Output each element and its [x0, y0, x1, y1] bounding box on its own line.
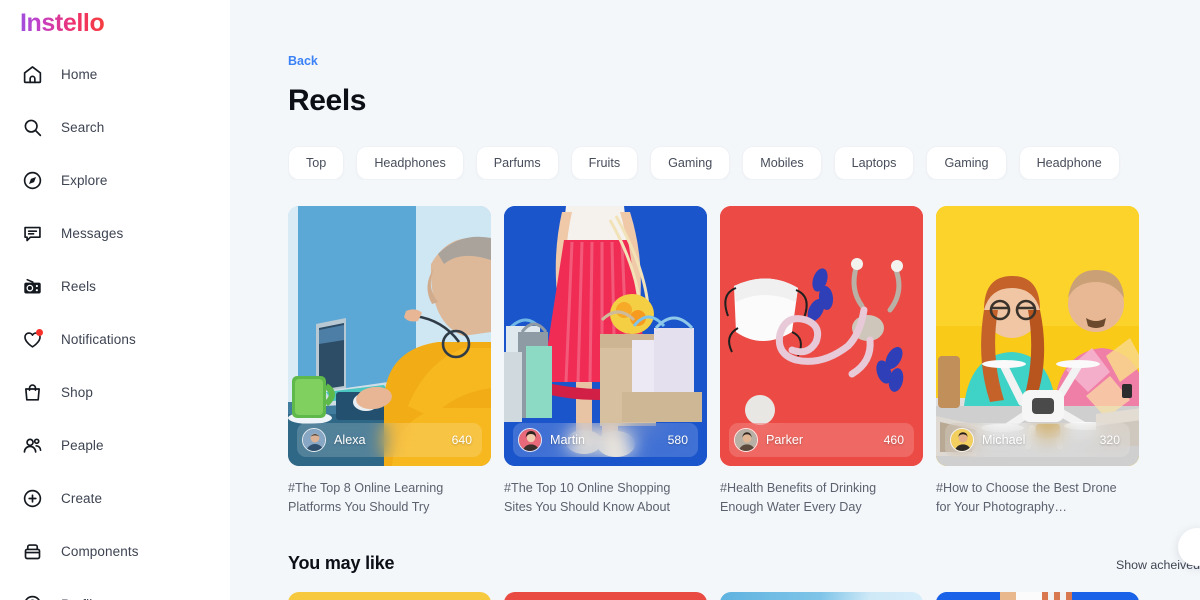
- notification-badge-dot: [36, 328, 43, 336]
- filter-chip-top[interactable]: Top: [288, 146, 345, 180]
- sidebar-item-label: Messages: [61, 226, 124, 241]
- plus-circle-icon: [20, 487, 44, 511]
- avatar[interactable]: [950, 428, 974, 452]
- suggestion-card[interactable]: [504, 592, 707, 600]
- sidebar-item-label: Components: [61, 544, 139, 559]
- filter-chip-gaming-2[interactable]: Gaming: [926, 146, 1007, 180]
- filter-chip-parfums[interactable]: Parfums: [475, 146, 559, 180]
- reel-thumbnail[interactable]: Alexa 640: [288, 206, 491, 466]
- sidebar-item-label: Explore: [61, 173, 108, 188]
- reel-overlay-bar: Martin 580: [513, 423, 698, 457]
- you-may-like-row: [288, 592, 1200, 600]
- reel-caption: #Health Benefits of Drinking Enough Wate…: [720, 481, 877, 515]
- sidebar-item-create[interactable]: Create: [0, 472, 230, 525]
- reel-caption: #The Top 8 Online Learning Platforms You…: [288, 481, 444, 515]
- compass-icon: [20, 169, 44, 193]
- filter-chip-headphone-2[interactable]: Headphone: [1018, 146, 1120, 180]
- reel-card[interactable]: Martin 580 #The Top 10 Online Shopping S…: [504, 206, 707, 517]
- reel-overlay-bar: Alexa 640: [297, 423, 482, 457]
- sidebar-item-label: Reels: [61, 279, 97, 294]
- filter-chip-headphones[interactable]: Headphones: [356, 146, 464, 180]
- sidebar-nav: Home Search Explore Messages Reels Notif…: [0, 48, 230, 600]
- home-icon: [20, 63, 44, 87]
- sidebar-item-messages[interactable]: Messages: [0, 207, 230, 260]
- sidebar-item-label: Notifications: [61, 332, 136, 347]
- search-icon: [20, 116, 44, 140]
- sidebar-item-explore[interactable]: Explore: [0, 154, 230, 207]
- brand-logo[interactable]: Instello: [0, 0, 105, 38]
- sidebar-item-label: Home: [61, 67, 98, 82]
- suggestion-card[interactable]: [936, 592, 1139, 600]
- sidebar-item-label: Create: [61, 491, 103, 506]
- sidebar: Instello Home Search Explore Messages Re…: [0, 0, 230, 600]
- sidebar-item-search[interactable]: Search: [0, 101, 230, 154]
- reel-overlay-bar: Parker 460: [729, 423, 914, 457]
- main-content: Back Reels Top Headphones Parfums Fruits…: [230, 0, 1200, 600]
- reel-view-count: 580: [667, 433, 688, 447]
- avatar[interactable]: [518, 428, 542, 452]
- sidebar-item-people[interactable]: Peaple: [0, 419, 230, 472]
- blue-books-artwork: [936, 592, 1139, 600]
- app-root: Instello Home Search Explore Messages Re…: [0, 0, 1200, 600]
- suggestion-card[interactable]: [288, 592, 491, 600]
- reel-thumbnail[interactable]: Michael 320: [936, 206, 1139, 466]
- sidebar-item-reels[interactable]: Reels: [0, 260, 230, 313]
- reel-author-name: Martin: [550, 433, 585, 447]
- filter-chip-fruits[interactable]: Fruits: [570, 146, 639, 180]
- shopping-bag-icon: [20, 381, 44, 405]
- filter-chip-mobiles[interactable]: Mobiles: [742, 146, 822, 180]
- category-filter-bar[interactable]: Top Headphones Parfums Fruits Gaming Mob…: [288, 146, 1200, 180]
- sidebar-item-components[interactable]: Components: [0, 525, 230, 578]
- section-title: You may like: [288, 553, 395, 574]
- heart-icon: [20, 328, 44, 352]
- reel-author-name: Alexa: [334, 433, 366, 447]
- avatar[interactable]: [734, 428, 758, 452]
- reel-card[interactable]: Michael 320 #How to Choose the Best Dron…: [936, 206, 1139, 517]
- chips-fade-overlay: [1166, 146, 1200, 180]
- user-circle-icon: [20, 593, 44, 600]
- avatar[interactable]: [302, 428, 326, 452]
- reel-author-name: Michael: [982, 433, 1026, 447]
- chat-bubble-icon: [20, 222, 44, 246]
- sidebar-item-home[interactable]: Home: [0, 48, 230, 101]
- people-icon: [20, 434, 44, 458]
- filter-chip-laptops[interactable]: Laptops: [833, 146, 915, 180]
- reel-thumbnail[interactable]: Martin 580: [504, 206, 707, 466]
- sidebar-item-shop[interactable]: Shop: [0, 366, 230, 419]
- reels-icon: [20, 275, 44, 299]
- sidebar-item-label: Peaple: [61, 438, 104, 453]
- reel-view-count: 320: [1099, 433, 1120, 447]
- back-link[interactable]: Back: [288, 54, 318, 68]
- filter-chip-gaming[interactable]: Gaming: [650, 146, 731, 180]
- sidebar-item-profile[interactable]: Profile: [0, 578, 230, 600]
- sidebar-item-label: Shop: [61, 385, 93, 400]
- box-icon: [20, 540, 44, 564]
- reel-card[interactable]: Parker 460 #Health Benefits of Drinking …: [720, 206, 923, 517]
- you-may-like-header: You may like Show acheived: [288, 553, 1200, 574]
- reel-caption: #The Top 10 Online Shopping Sites You Sh…: [504, 481, 671, 515]
- reel-author-name: Parker: [766, 433, 804, 447]
- reel-caption: #How to Choose the Best Drone for Your P…: [936, 481, 1117, 515]
- reel-view-count: 460: [883, 433, 904, 447]
- reel-thumbnail[interactable]: Parker 460: [720, 206, 923, 466]
- page-title: Reels: [288, 84, 367, 117]
- sidebar-item-label: Search: [61, 120, 105, 135]
- reel-card[interactable]: Alexa 640 #The Top 8 Online Learning Pla…: [288, 206, 491, 517]
- reel-overlay-bar: Michael 320: [945, 423, 1130, 457]
- reels-carousel: Alexa 640 #The Top 8 Online Learning Pla…: [288, 206, 1200, 566]
- suggestion-card[interactable]: [720, 592, 923, 600]
- reel-view-count: 640: [451, 433, 472, 447]
- sidebar-item-notifications[interactable]: Notifications: [0, 313, 230, 366]
